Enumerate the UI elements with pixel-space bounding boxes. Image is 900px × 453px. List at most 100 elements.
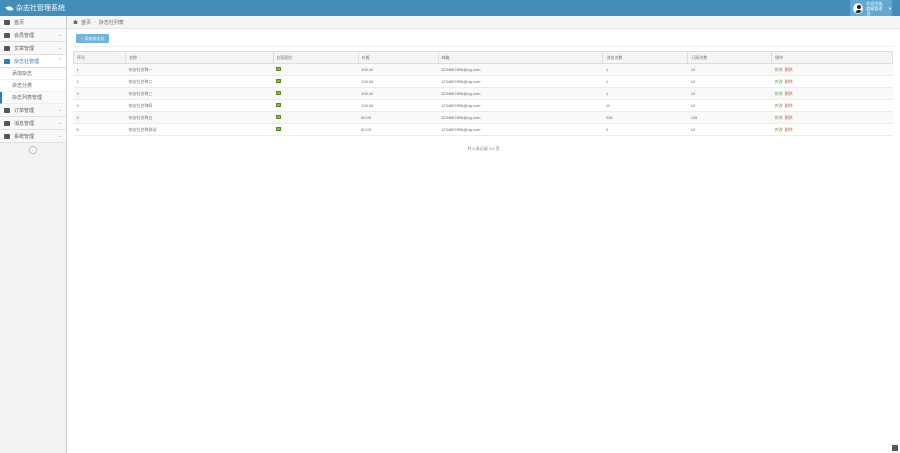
- avatar: [853, 2, 864, 14]
- cell-id: 5: [73, 111, 126, 124]
- sidebar-item-home[interactable]: 首页: [0, 16, 66, 29]
- cell-subscriptions: 10: [687, 123, 772, 136]
- breadcrumb-home[interactable]: 首页: [81, 19, 91, 26]
- cell-price: 100.00: [358, 99, 439, 112]
- delete-link[interactable]: 删除: [785, 91, 793, 96]
- caret-down-icon: ▼: [888, 5, 892, 11]
- delete-link[interactable]: 删除: [785, 127, 793, 132]
- edit-link[interactable]: 修改: [775, 127, 783, 132]
- cell-name: 杂志社名称一: [125, 63, 274, 76]
- cell-cover: [273, 75, 359, 88]
- cell-cover: [273, 63, 359, 76]
- sidebar-item-orders[interactable]: 订单管理 ⌄: [0, 104, 66, 117]
- cell-id: 6: [73, 123, 126, 136]
- column-header: 操作: [771, 51, 893, 64]
- cell-views: 1: [602, 63, 688, 76]
- image-icon[interactable]: [276, 79, 282, 83]
- cell-email: 1234567890@qq.com: [438, 123, 603, 136]
- image-icon[interactable]: [276, 103, 282, 107]
- add-magazine-button[interactable]: + 添加杂志社: [76, 34, 110, 43]
- edit-link[interactable]: 修改: [775, 79, 783, 84]
- delete-link[interactable]: 删除: [785, 115, 793, 120]
- cell-actions: 修改 删除: [771, 75, 893, 88]
- table-header-row: 序号 名称 封面图片 价格 邮箱 浏览次数 订阅次数 操作: [73, 51, 893, 64]
- edit-link[interactable]: 修改: [775, 115, 783, 120]
- edit-link[interactable]: 修改: [775, 67, 783, 72]
- cell-cover: [273, 99, 359, 112]
- message-icon: [4, 120, 10, 126]
- users-icon: [4, 32, 10, 38]
- sidebar-collapse-button[interactable]: «: [29, 146, 37, 154]
- app-title: 杂志社管理系统: [16, 5, 65, 12]
- sidebar-subitem-list[interactable]: 杂志列表管理: [0, 92, 66, 104]
- cell-subscriptions: 10: [687, 63, 772, 76]
- cell-views: 11: [602, 99, 688, 112]
- chevron-down-icon: ⌄: [57, 45, 62, 51]
- cell-id: 3: [73, 87, 126, 100]
- column-header[interactable]: 价格: [357, 51, 439, 64]
- sidebar-item-system[interactable]: 系统管理 ⌄: [0, 130, 66, 143]
- cell-price: 100.00: [358, 87, 439, 100]
- user-name: 超级管理员: [866, 5, 883, 16]
- breadcrumb-current: 杂志社列表: [98, 19, 124, 26]
- cell-cover: [273, 111, 359, 124]
- sidebar-subitem-label: 杂志分类: [12, 83, 33, 89]
- chevron-down-icon: ⌄: [57, 133, 62, 139]
- sidebar-subitem-label: 添加杂志: [12, 71, 33, 77]
- cell-name: 杂志社名称测试: [125, 123, 274, 136]
- table-row: 3 杂志社名称三 100.00 1234567890@qq.com 1 10 修…: [73, 87, 893, 100]
- column-header[interactable]: 邮箱: [437, 51, 604, 64]
- chevron-down-icon: ⌄: [57, 120, 62, 126]
- sidebar-item-label: 系统管理: [14, 133, 35, 140]
- delete-link[interactable]: 删除: [785, 79, 793, 84]
- cell-id: 2: [73, 75, 126, 88]
- delete-link[interactable]: 删除: [785, 67, 793, 72]
- cell-price: 50.00: [358, 123, 439, 136]
- table-row: 2 杂志社名称二 100.00 1234567890@qq.com 1 10 修…: [73, 75, 893, 88]
- edit-link[interactable]: 修改: [775, 103, 783, 108]
- column-header[interactable]: 名称: [124, 51, 274, 64]
- cell-subscriptions: 10: [687, 75, 772, 88]
- main-content: + 添加杂志社 序号 名称 封面图片 价格 邮箱 浏览次数 订阅次数 操作 1 …: [67, 29, 900, 453]
- leaf-icon: [5, 4, 14, 12]
- cell-price: 100.00: [358, 63, 439, 76]
- cell-name: 杂志社名称五: [125, 111, 274, 124]
- sidebar-item-magazines[interactable]: 杂志社管理 ⌃: [0, 55, 66, 68]
- cell-price: 50.00: [358, 111, 439, 124]
- sidebar-item-label: 订单管理: [14, 107, 35, 114]
- breadcrumb-separator: ›: [94, 19, 96, 25]
- double-chevron-left-icon: «: [31, 147, 35, 153]
- cell-email: 1234567890@qq.com: [438, 75, 603, 88]
- cell-views: 1: [602, 75, 688, 88]
- cell-name: 杂志社名称三: [125, 87, 274, 100]
- sidebar-subitem-category[interactable]: 杂志分类: [0, 80, 66, 92]
- cell-id: 1: [73, 63, 126, 76]
- user-menu[interactable]: 欢迎光临, 超级管理员 ▼: [850, 0, 892, 16]
- cell-name: 杂志社名称二: [125, 75, 274, 88]
- column-header[interactable]: 封面图片: [272, 51, 359, 64]
- cell-id: 4: [73, 99, 126, 112]
- image-icon[interactable]: [276, 115, 282, 119]
- sidebar-item-messages[interactable]: 消息管理 ⌄: [0, 117, 66, 130]
- sidebar-item-articles[interactable]: 文章管理 ⌄: [0, 42, 66, 55]
- sidebar-subitem-label: 杂志列表管理: [12, 95, 43, 101]
- table-row: 1 杂志社名称一 100.00 1234567890@qq.com 1 10 修…: [73, 63, 893, 76]
- image-icon[interactable]: [276, 67, 282, 71]
- cell-actions: 修改 删除: [771, 111, 893, 124]
- column-header[interactable]: 订阅次数: [687, 51, 773, 64]
- cell-subscriptions: 105: [687, 111, 772, 124]
- sidebar-subitem-add[interactable]: 添加杂志: [0, 68, 66, 80]
- edit-link[interactable]: 修改: [775, 91, 783, 96]
- sidebar-item-members[interactable]: 会员管理 ⌄: [0, 29, 66, 42]
- image-icon[interactable]: [276, 127, 282, 131]
- image-icon[interactable]: [276, 91, 282, 95]
- column-header[interactable]: 浏览次数: [602, 51, 689, 64]
- cell-name: 杂志社名称四: [125, 99, 274, 112]
- column-header[interactable]: 序号: [73, 51, 126, 64]
- delete-link[interactable]: 删除: [785, 103, 793, 108]
- sidebar-item-label: 消息管理: [14, 120, 35, 127]
- sidebar-item-label: 文章管理: [14, 45, 35, 52]
- app-brand[interactable]: 杂志社管理系统: [5, 3, 65, 13]
- chevron-down-icon: ⌄: [57, 107, 62, 113]
- scroll-top-icon[interactable]: [892, 445, 898, 451]
